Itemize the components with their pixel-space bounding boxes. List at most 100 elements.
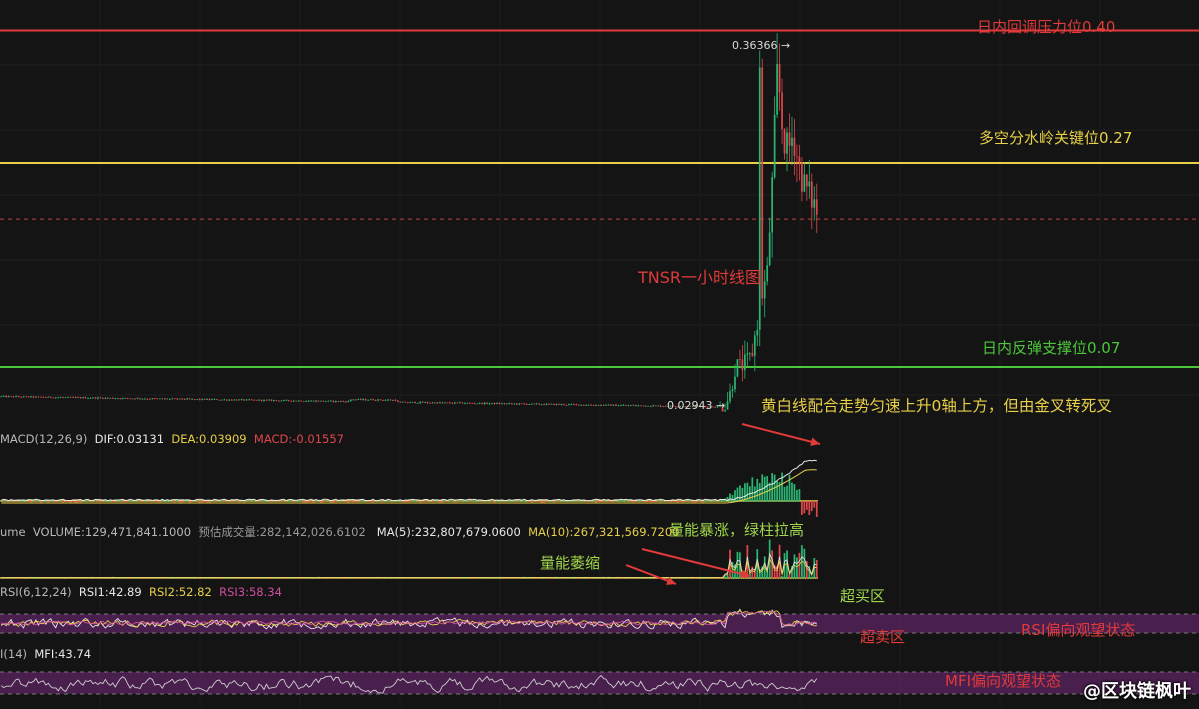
candle-body [456,402,459,404]
macd-bar [582,500,585,502]
candle-body [394,399,397,401]
candle-body [2,395,5,397]
candle-body [426,402,429,404]
candle-body [27,396,30,398]
macd-dea-line [1,469,817,504]
candle-body [47,396,50,398]
mfi-value: MFI:43.74 [34,647,92,661]
candle-body [739,359,741,361]
candle-body [580,404,583,406]
macd-bar [238,501,241,503]
macd-bar [761,474,764,502]
candle-body [77,397,79,399]
macd-bar [136,500,139,502]
macd-bar [310,501,312,503]
macd-bar [404,501,407,503]
candle-body [511,403,513,405]
macd-bar [739,485,741,502]
macd-bar [684,500,687,502]
candle-body [570,404,573,405]
macd-bar [146,501,149,502]
candle-body [15,396,17,398]
macd-bar [627,500,630,502]
candle-body [320,400,322,402]
candle-body [610,404,612,406]
candle-body [106,397,109,399]
candle-body [84,397,87,399]
candle-body [473,403,476,405]
candle-body [109,397,112,399]
macd-bar [141,501,144,502]
candle-body [67,396,70,398]
macd-bar [292,501,295,503]
candle-body [729,391,731,402]
candle-body [250,399,253,401]
macd-bar [783,486,786,502]
macd-bar [615,500,617,502]
candle-body [64,397,67,399]
candle-body [315,400,317,402]
candle-body [168,398,171,400]
candle-body [310,400,312,402]
candle-body [491,402,493,404]
candle-body [151,398,154,400]
candle-body [220,399,223,401]
candle-body [399,401,402,403]
candle-body [726,401,729,410]
macd-panel [0,459,818,517]
candle-body [379,399,382,401]
macd-bar [654,501,657,503]
candle-body [501,403,503,405]
candle-body [213,399,216,400]
candle-body [30,396,32,398]
macd-bar [181,501,184,503]
macd-bar [815,501,818,517]
macd-bar [577,500,580,502]
macd-bar [367,501,369,503]
macd-bar [97,501,99,502]
macd-bar [297,500,300,502]
candle-body [434,402,436,404]
candle-body [801,162,803,192]
candle-body [773,114,776,178]
macd-bar [744,483,746,502]
macd-bar [178,501,181,503]
candle-body [282,400,285,401]
macd-bar [501,500,503,502]
macd-bar [563,500,565,502]
candle-body [99,397,102,399]
macd-bar [558,501,560,502]
volume-value: VOLUME:129,471,841.1000 [32,525,192,539]
candle-body [748,352,751,354]
candle-body [243,399,246,401]
macd-bar [421,501,424,502]
candle-body [411,401,414,403]
candle-body [134,398,136,400]
candle-body [176,398,179,400]
candle-body [268,399,270,401]
macd-bar [538,501,541,502]
candle-body [12,396,15,398]
candle-body [392,399,394,401]
candle-body [230,399,233,401]
candle-body [488,403,491,405]
candle-body [637,405,640,407]
macd-bar [352,501,355,503]
macd-bar [322,501,325,503]
macd-bar [677,501,679,503]
candle-body [813,199,816,208]
macd-bar [17,501,20,502]
candle-body [496,403,498,405]
candle-body [518,403,521,405]
candle-body [69,396,72,398]
macd-bar [312,501,315,503]
macd-bar [149,501,151,502]
candles [0,33,818,412]
macd-bar [159,501,161,503]
candle-body [216,399,218,400]
mfi-params: I(14) [0,647,27,661]
macd-bar [131,500,134,502]
macd-bar [245,500,248,502]
macd-bar [102,501,104,502]
candle-body [560,404,563,406]
